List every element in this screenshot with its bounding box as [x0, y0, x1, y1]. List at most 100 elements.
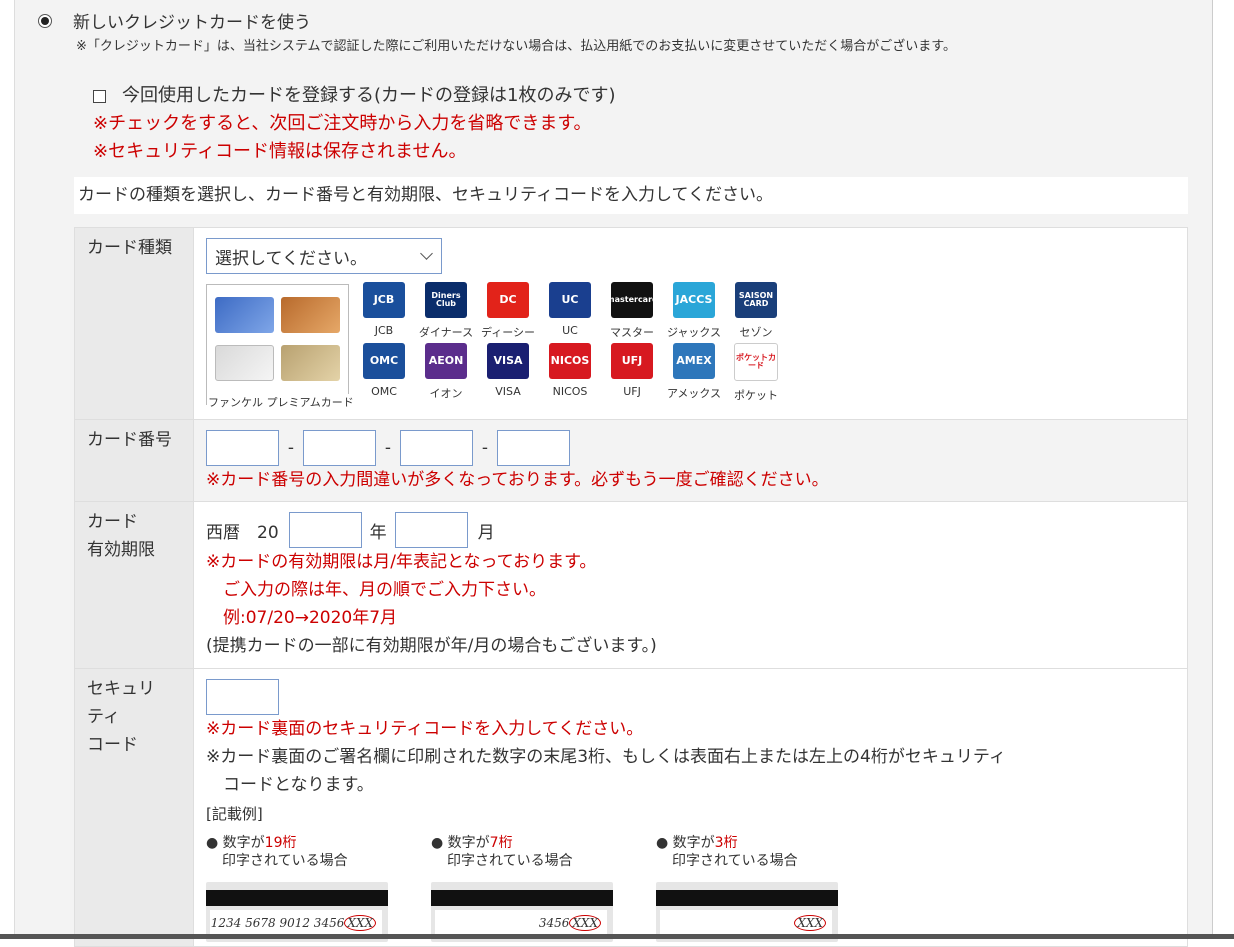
- card-brand-logo-icon: NICOS: [549, 343, 591, 379]
- example-prefix: ● 数字が: [656, 835, 715, 851]
- card-brand-option[interactable]: NICOS NICOS: [539, 343, 601, 404]
- card-type-select[interactable]: 選択してください。: [206, 238, 442, 274]
- card-number-dash: -: [481, 438, 489, 458]
- premium-card-caption: ファンケル プレミアムカード: [207, 394, 355, 410]
- expiry-era: 西暦 20: [206, 522, 279, 543]
- card-brand-option[interactable]: Diners Club ダイナース: [415, 282, 477, 343]
- card-brand-option[interactable]: JCB JCB: [353, 282, 415, 343]
- expiry-cell: 西暦 20 年 月 ※カードの有効期限は月/年表記となっております。 ご入力の際…: [193, 501, 1188, 669]
- card-brand-name: UC: [562, 324, 578, 337]
- register-card-checkbox-row[interactable]: 今回使用したカードを登録する(カードの登録は1枚のみです): [93, 82, 616, 110]
- card-brand-option[interactable]: OMC OMC: [353, 343, 415, 404]
- fancl-card-image: [281, 345, 340, 381]
- scrollbar-track[interactable]: [1212, 0, 1234, 939]
- example-line2: 印字されている場合: [447, 853, 573, 869]
- example-title: [記載例]: [206, 805, 263, 823]
- card-brand-logo-icon: DC: [487, 282, 529, 318]
- card-brand-option[interactable]: UFJ UFJ: [601, 343, 663, 404]
- card-instruction: カードの種類を選択し、カード番号と有効期限、セキュリティコードを入力してください…: [74, 177, 1188, 214]
- cvv-circle: XXX: [344, 915, 376, 931]
- security-label-line2: ティ: [87, 707, 120, 727]
- card-brand-option[interactable]: UC UC: [539, 282, 601, 343]
- fancl-card-image: [215, 345, 274, 381]
- expiry-note-1: ※カードの有効期限は月/年表記となっております。: [206, 552, 597, 572]
- card-brand-logo-icon: OMC: [363, 343, 405, 379]
- expiry-year-input[interactable]: [288, 512, 362, 548]
- expiry-month-input[interactable]: [394, 512, 468, 548]
- card-back-image: 1234 5678 9012 3456 XXX: [206, 882, 388, 942]
- card-brand-logo-icon: ポケットカード: [734, 343, 778, 381]
- security-label-line1: セキュリ: [87, 679, 155, 699]
- card-brand-option[interactable]: JACCS ジャックス: [663, 282, 725, 343]
- expiry-label: カード 有効期限: [74, 501, 194, 669]
- card-form-table: カード種類 選択してください。 ファンケル プレミアムカード JCB JCB Din…: [74, 227, 1188, 947]
- register-note-2: ※セキュリティコード情報は保存されません。: [93, 141, 467, 162]
- card-brand-name: ポケット: [734, 389, 778, 402]
- new-card-option[interactable]: 新しいクレジットカードを使う: [38, 8, 311, 33]
- card-brand-name: マスター: [610, 326, 654, 339]
- chevron-down-icon: [420, 247, 433, 260]
- card-brand-name: セゾン: [739, 326, 773, 339]
- example-heading: ● 数字が19桁: [206, 834, 390, 852]
- security-code-cell: ※カード裏面のセキュリティコードを入力してください。 ※カード裏面のご署名欄に印…: [193, 668, 1188, 947]
- register-card-label: 今回使用したカードを登録する(カードの登録は1枚のみです): [122, 85, 616, 106]
- card-number-cell: - - - ※カード番号の入力間違いが多くなっております。必ずもう一度ご確認ください…: [193, 419, 1188, 502]
- card-brand-option[interactable]: mastercard マスター: [601, 282, 663, 343]
- example-heading: ● 数字が3桁: [656, 834, 840, 852]
- card-type-cell: 選択してください。 ファンケル プレミアムカード JCB JCB Diners Cl…: [193, 227, 1188, 420]
- new-card-label: 新しいクレジットカードを使う: [73, 13, 311, 33]
- security-note-2: ※カード裏面のご署名欄に印刷された数字の末尾3桁、もしくは表面右上または左上の4…: [206, 747, 1006, 767]
- security-code-input[interactable]: [206, 679, 279, 715]
- expiry-year-unit: 年: [369, 522, 387, 543]
- card-number-input-2[interactable]: [303, 430, 376, 466]
- card-brand-option[interactable]: ポケットカードポケット: [725, 343, 787, 404]
- card-number-label: カード番号: [74, 419, 194, 502]
- security-note-1: ※カード裏面のセキュリティコードを入力してください。: [206, 719, 644, 739]
- magnetic-stripe: [206, 890, 388, 906]
- register-card-checkbox[interactable]: [93, 89, 106, 103]
- fancl-premium-card-option[interactable]: ファンケル プレミアムカード: [206, 284, 355, 410]
- card-brand-logo-icon: AEON: [425, 343, 467, 379]
- signature-panel: 1234 5678 9012 3456 XXX: [210, 910, 382, 936]
- card-brand-name: OMC: [371, 385, 397, 398]
- card-number-input-3[interactable]: [400, 430, 473, 466]
- signature-numbers: 3456: [538, 916, 570, 930]
- example-prefix: ● 数字が: [431, 835, 490, 851]
- card-brand-name: ジャックス: [666, 326, 722, 339]
- example-grid: ● 数字が19桁 印字されている場合 1234 5678 9012 3456 XXX ●…: [206, 834, 1175, 942]
- example-prefix: ● 数字が: [206, 835, 265, 851]
- card-brand-name: ディーシー: [480, 326, 535, 339]
- card-brand-option[interactable]: AEON イオン: [415, 343, 477, 404]
- fancl-card-image: [215, 297, 274, 333]
- signature-panel: 3456 XXX: [435, 910, 607, 936]
- card-brand-option[interactable]: AMEX アメックス: [663, 343, 725, 404]
- example-digits: 3桁: [714, 835, 738, 851]
- card-type-label: カード種類: [74, 227, 194, 420]
- security-code-label: セキュリ ティ コード: [74, 668, 194, 947]
- card-brand-name: アメックス: [666, 387, 722, 400]
- credit-card-notice: ※「クレジットカード」は、当社システムで認証した際にご利用いただけない場合は、払…: [76, 39, 956, 54]
- card-brand-logo-icon: SAISON CARD: [735, 282, 777, 318]
- register-note-1: ※チェックをすると、次回ご注文時から入力を省略できます。: [93, 113, 592, 134]
- card-brand-name: NICOS: [552, 385, 588, 398]
- card-number-warning: ※カード番号の入力間違いが多くなっております。必ずもう一度ご確認ください。: [206, 470, 829, 490]
- card-number-input-4[interactable]: [497, 430, 570, 466]
- card-brand-option[interactable]: SAISON CARD セゾン: [725, 282, 787, 343]
- radio-selected[interactable]: [38, 13, 52, 28]
- card-number-input-1[interactable]: [206, 430, 279, 466]
- register-card-section: 今回使用したカードを登録する(カードの登録は1枚のみです) ※チェックをすると、…: [93, 82, 616, 166]
- card-brand-name: JCB: [374, 324, 394, 337]
- signature-numbers: 1234 5678 9012 3456: [210, 916, 345, 930]
- example-heading: ● 数字が7桁: [431, 834, 615, 852]
- card-brand-option[interactable]: DC ディーシー: [477, 282, 539, 343]
- card-brand-option[interactable]: VISA VISA: [477, 343, 539, 404]
- example-line2: 印字されている場合: [222, 853, 348, 869]
- card-brand-logo-icon: UC: [549, 282, 591, 318]
- security-example-item: ● 数字が3桁 印字されている場合 XXX: [656, 834, 840, 942]
- card-brand-logo-icon: JACCS: [673, 282, 715, 318]
- example-digits: 7桁: [489, 835, 513, 851]
- signature-panel: XXX: [660, 910, 832, 936]
- example-digits: 19桁: [264, 835, 297, 851]
- cvv-circle: XXX: [794, 915, 826, 931]
- card-back-image: XXX: [656, 882, 838, 942]
